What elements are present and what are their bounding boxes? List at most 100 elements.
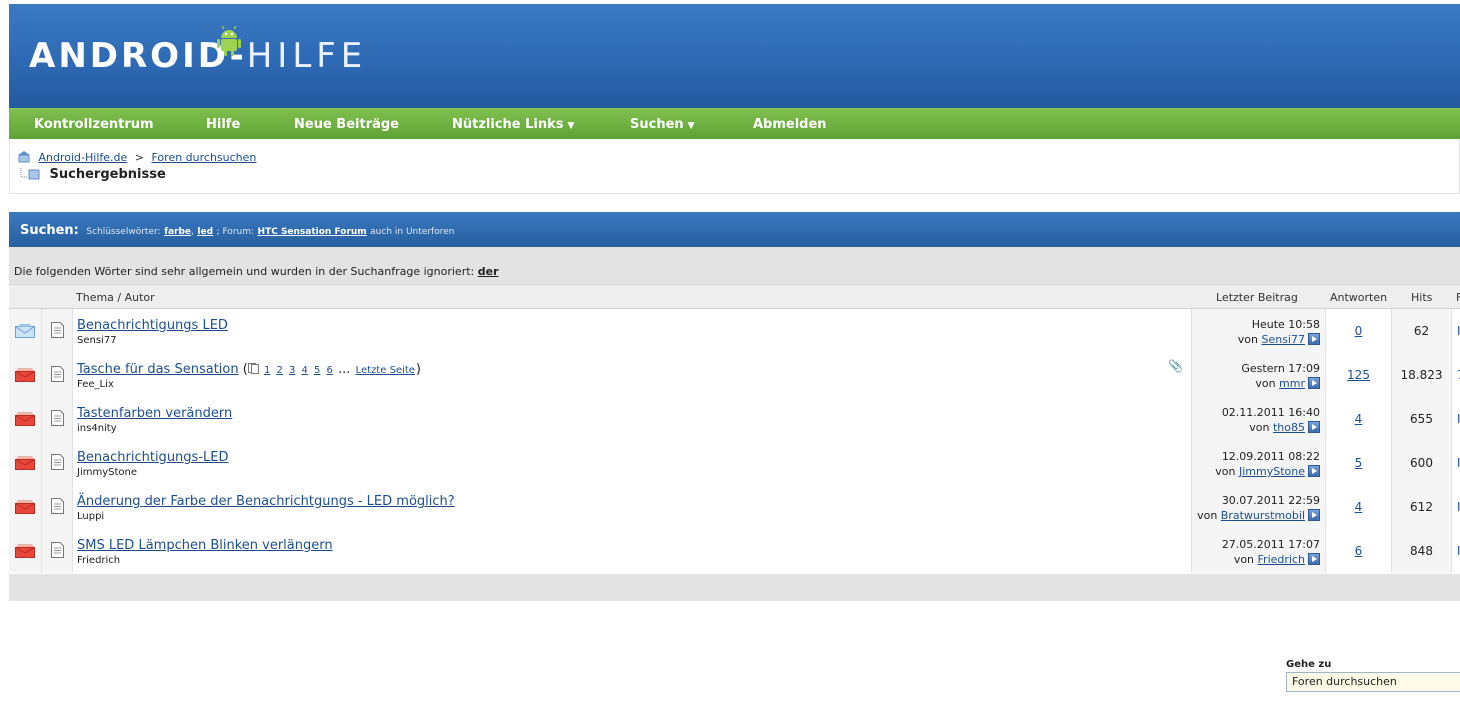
last-post-cell: Gestern 17:09 von mmr [1192,353,1326,397]
nav-hilfe[interactable]: Hilfe [206,109,240,140]
replies-count-link[interactable]: 0 [1355,324,1363,338]
col-forum[interactable]: F [1456,291,1460,304]
thread-title-link[interactable]: Tasche für das Sensation [77,362,239,377]
last-post-author: von Sensi77 [1238,333,1320,346]
nav-nuetzliche-links[interactable]: Nützliche Links ▼ [452,109,574,140]
col-replies[interactable]: Antworten [1330,291,1387,304]
thread-title-cell: Änderung der Farbe der Benachrichtgungs … [73,485,1192,529]
last-post-user-link[interactable]: Bratwurstmobil [1221,509,1305,522]
goto-last-post-icon[interactable] [1308,465,1320,477]
goto-last-post-icon[interactable] [1308,553,1320,565]
page-link[interactable]: 2 [276,365,282,376]
thread-author[interactable]: Fee_Lix [77,379,114,390]
thread-title-cell: SMS LED Lämpchen Blinken verlängern Fried… [73,529,1192,573]
last-post-user-link[interactable]: tho85 [1273,421,1305,434]
thread-title-cell: Tastenfarben verändern ins4nity [73,397,1192,441]
hot-thread-envelope-icon [15,412,35,426]
results-table: Benachrichtigungs LED Sensi77 Heute 10:58 v… [9,309,1460,573]
tree-branch-icon [20,168,40,180]
page-link[interactable]: 5 [314,365,320,376]
last-post-date: 30.07.2011 22:59 [1221,494,1320,507]
multipage-icon [247,363,259,374]
thread-status-cell [9,441,42,485]
nav-abmelden[interactable]: Abmelden [753,109,827,140]
thread-title-link[interactable]: SMS LED Lämpchen Blinken verlängern [77,538,333,553]
last-post-cell: 27.05.2011 17:07 von Friedrich [1192,529,1326,573]
breadcrumb-separator: > [134,151,144,164]
page-link[interactable]: 4 [302,365,308,376]
thread-status-cell [9,485,42,529]
android-robot-icon [217,26,241,56]
col-hits[interactable]: Hits [1411,291,1432,304]
thread-icon-cell [42,485,73,529]
thread-title-link[interactable]: Benachrichtigungs-LED [77,450,228,465]
replies-cell: 4 [1326,397,1392,441]
forum-jump-select[interactable]: Foren durchsuchen [1286,672,1460,692]
forum-link[interactable]: HTC Sensation Forum [258,227,367,237]
replies-count-link[interactable]: 4 [1355,412,1363,426]
breadcrumb: Android-Hilfe.de > Foren durchsuchen Suc… [9,139,1460,194]
goto-last-post-icon[interactable] [1308,333,1320,345]
thread-pagination: ( 1 2 3 4 5 6 ... Letzte Seite) [242,362,421,377]
thread-title-link[interactable]: Änderung der Farbe der Benachrichtgungs … [77,494,455,509]
thread-author[interactable]: Friedrich [77,555,120,566]
thread-title-cell: Benachrichtigungs-LED JimmyStone [73,441,1192,485]
forum-jump-label: Gehe zu [1286,659,1332,670]
search-summary-bar: Suchen: Schlüsselwörter: farbe, led ; Fo… [9,212,1460,247]
ignored-words-notice: Die folgenden Wörter sind sehr allgemein… [9,247,1460,284]
col-topic[interactable]: Thema / Autor [76,291,155,304]
site-logo[interactable]: ANDROID-HILFE [29,26,362,82]
goto-last-post-icon[interactable] [1308,421,1320,433]
thread-author[interactable]: Luppi [77,511,104,522]
replies-count-link[interactable]: 6 [1355,544,1363,558]
replies-count-link[interactable]: 5 [1355,456,1363,470]
last-post-user-link[interactable]: Friedrich [1258,553,1305,566]
replies-cell: 0 [1326,309,1392,353]
nav-suchen[interactable]: Suchen ▼ [630,109,695,140]
keyword-link[interactable]: farbe [164,227,191,237]
nav-neue-beitraege[interactable]: Neue Beiträge [294,109,399,140]
thread-title-link[interactable]: Benachrichtigungs LED [77,318,228,333]
goto-last-post-icon[interactable] [1308,377,1320,389]
hits-count: 62 [1413,324,1430,338]
thread-author[interactable]: JimmyStone [77,467,137,478]
last-post-user-link[interactable]: JimmyStone [1239,465,1305,478]
page-link[interactable]: 1 [264,365,270,376]
site-header: ANDROID-HILFE [9,4,1460,108]
table-footer [9,574,1460,601]
thread-document-icon [51,542,64,558]
hot-thread-envelope-icon [15,456,35,470]
last-post-author: von tho85 [1249,421,1320,434]
thread-author[interactable]: Sensi77 [77,335,117,346]
thread-icon-cell [42,441,73,485]
last-page-link[interactable]: Letzte Seite [356,365,415,376]
nav-kontrollzentrum[interactable]: Kontrollzentrum [34,109,154,140]
replies-count-link[interactable]: 125 [1347,368,1370,382]
hits-count: 655 [1410,412,1433,426]
replies-cell: 125 [1326,353,1392,397]
last-post-cell: 30.07.2011 22:59 von Bratwurstmobil [1192,485,1326,529]
goto-last-post-icon[interactable] [1308,509,1320,521]
thread-document-icon [51,454,64,470]
page-link[interactable]: 6 [327,365,333,376]
thread-title-link[interactable]: Tastenfarben verändern [77,406,232,421]
last-post-user-link[interactable]: Sensi77 [1261,333,1305,346]
thread-status-cell [9,397,42,441]
hits-cell: 655 [1392,397,1452,441]
ignored-word-link[interactable]: der [478,265,499,278]
last-post-user-link[interactable]: mmr [1279,377,1305,390]
thread-author[interactable]: ins4nity [77,423,117,434]
breadcrumb-section-link[interactable]: Foren durchsuchen [152,151,257,164]
table-header: Thema / Autor Letzter Beitrag Antworten … [9,284,1460,309]
table-row: Änderung der Farbe der Benachrichtgungs … [9,485,1460,529]
keyword-link[interactable]: led [197,227,213,237]
page-link[interactable]: 3 [289,365,295,376]
replies-count-link[interactable]: 4 [1355,500,1363,514]
breadcrumb-home-link[interactable]: Android-Hilfe.de [39,151,128,164]
last-post-date: 02.11.2011 16:40 [1221,406,1320,419]
last-post-cell: 12.09.2011 08:22 von JimmyStone [1192,441,1326,485]
thread-status-cell [9,529,42,573]
search-label: Suchen: [20,223,79,238]
col-last-post[interactable]: Letzter Beitrag [1216,291,1298,304]
thread-document-icon [51,366,64,382]
